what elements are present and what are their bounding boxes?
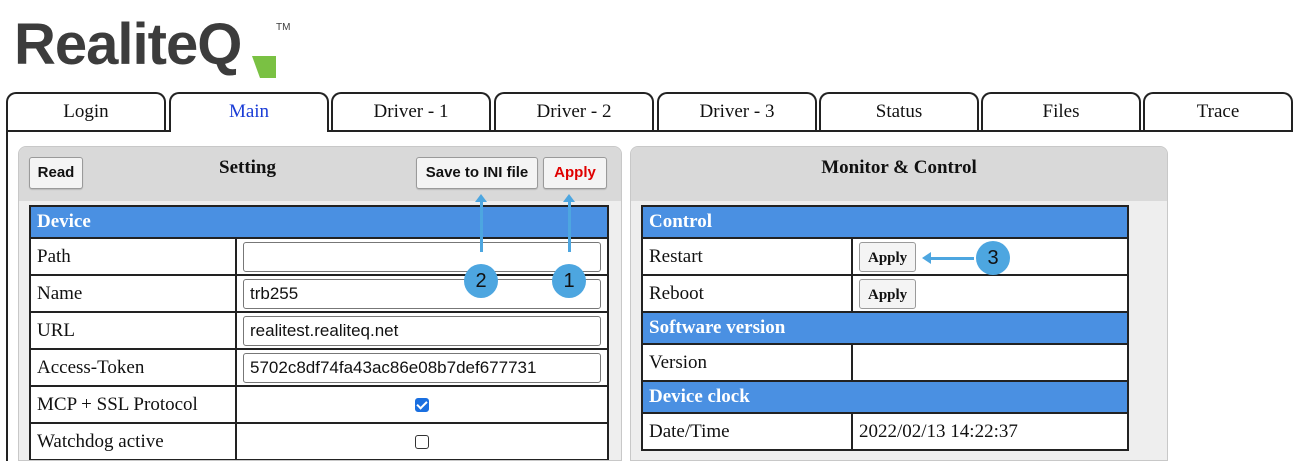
table-row: Name trb255 [29, 274, 609, 313]
callout-arrow [930, 257, 974, 260]
row-label: Date/Time [641, 412, 853, 451]
realiteq-logo: RealiteQ TM [14, 12, 290, 78]
arrow-head [563, 194, 575, 202]
table-row: Access-Token 5702c8df74fa43ac86e08b7def6… [29, 348, 609, 387]
section-device: Device [29, 205, 609, 239]
save-ini-button[interactable]: Save to INI file [416, 157, 538, 189]
table-row: MCP + SSL Protocol [29, 385, 609, 424]
monitor-panel: Monitor & Control Control Restart Apply … [630, 146, 1168, 461]
table-row: Path [29, 237, 609, 276]
table-row: Watchdog active [29, 422, 609, 460]
tab-bar: Login Main Driver - 1 Driver - 2 Driver … [6, 92, 1293, 132]
name-input[interactable]: trb255 [243, 278, 601, 309]
datetime-value: 2022/02/13 14:22:37 [851, 412, 1129, 451]
url-input[interactable]: realitest.realiteq.net [243, 315, 601, 346]
access-token-input[interactable]: 5702c8df74fa43ac86e08b7def677731 [243, 352, 601, 383]
device-table: Device Path Name trb255 URL realitest.re… [29, 205, 609, 460]
tab-login[interactable]: Login [6, 92, 166, 130]
callout-arrow [568, 200, 571, 252]
section-control: Control [641, 205, 1129, 239]
setting-title: Setting [219, 157, 276, 178]
row-label: Name [29, 274, 237, 313]
callout-1: 1 [552, 264, 586, 298]
callout-3: 3 [976, 241, 1010, 275]
table-row: URL realitest.realiteq.net [29, 311, 609, 350]
tab-driver-1[interactable]: Driver - 1 [331, 92, 491, 130]
ssl-checkbox[interactable] [415, 398, 429, 413]
tab-trace[interactable]: Trace [1143, 92, 1293, 130]
arrow-head [922, 252, 931, 264]
control-table: Control Restart Apply Reboot Apply Softw… [641, 205, 1129, 451]
tab-main[interactable]: Main [169, 92, 329, 132]
table-row: Date/Time 2022/02/13 14:22:37 [641, 412, 1129, 451]
section-software-version: Software version [641, 311, 1129, 345]
table-row: Version [641, 343, 1129, 382]
row-label: Version [641, 343, 853, 382]
svg-text:RealiteQ: RealiteQ [14, 12, 241, 77]
reboot-apply-button[interactable]: Apply [859, 278, 917, 309]
restart-apply-button[interactable]: Apply [859, 241, 917, 272]
apply-setting-button[interactable]: Apply [543, 157, 607, 189]
watchdog-checkbox[interactable] [415, 435, 429, 450]
content-border [6, 130, 8, 461]
version-value [851, 343, 1129, 382]
tab-driver-2[interactable]: Driver - 2 [494, 92, 654, 130]
callout-2: 2 [464, 264, 498, 298]
read-button[interactable]: Read [29, 157, 83, 189]
table-row: Restart Apply [641, 237, 1129, 276]
setting-panel: Read Setting Save to INI file Apply Devi… [18, 146, 622, 461]
callout-arrow [480, 200, 483, 252]
path-input[interactable] [243, 241, 601, 272]
tab-underline [6, 130, 171, 132]
row-label: Watchdog active [29, 422, 237, 460]
arrow-head [475, 194, 487, 202]
section-device-clock: Device clock [641, 380, 1129, 414]
tab-underline [329, 130, 1293, 132]
tab-driver-3[interactable]: Driver - 3 [657, 92, 817, 130]
row-label: Path [29, 237, 237, 276]
row-label: Restart [641, 237, 853, 276]
trademark-mark: TM [276, 22, 290, 33]
row-label: MCP + SSL Protocol [29, 385, 237, 424]
tab-files[interactable]: Files [981, 92, 1141, 130]
tab-status[interactable]: Status [819, 92, 979, 130]
row-label: URL [29, 311, 237, 350]
table-row: Reboot Apply [641, 274, 1129, 313]
monitor-title: Monitor & Control [821, 157, 977, 178]
row-label: Access-Token [29, 348, 237, 387]
row-label: Reboot [641, 274, 853, 313]
